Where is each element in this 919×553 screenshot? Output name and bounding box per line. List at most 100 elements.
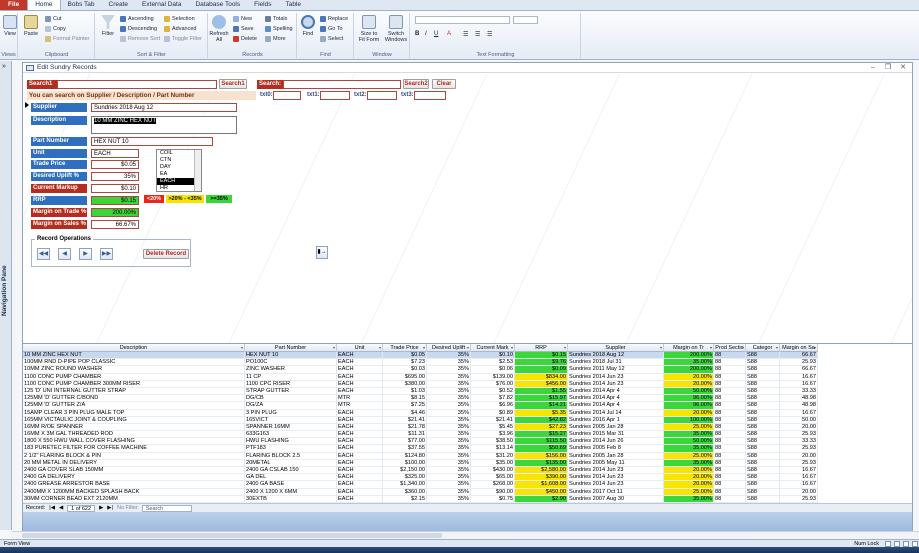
table-cell[interactable]: $15.97 [515, 395, 568, 403]
cut-button[interactable]: Cut [45, 16, 62, 22]
table-row[interactable]: 15AMP CLEAR 3 PIN PLUG MALE TOP 3 PIN PLU… [23, 409, 818, 417]
navigation-pane[interactable]: » Navigation Pane [0, 61, 12, 530]
table-cell[interactable]: EACH [337, 409, 383, 417]
table-cell[interactable]: 25.93 [780, 431, 818, 439]
copy-button[interactable]: Copy [45, 26, 66, 32]
clear-button[interactable]: Clear [432, 79, 456, 89]
table-cell[interactable]: 66.67 [780, 352, 818, 360]
close-icon[interactable]: ✕ [898, 64, 908, 72]
table-cell[interactable]: $2,150.00 [383, 467, 427, 475]
table-cell[interactable]: 88 [714, 488, 746, 496]
table-cell[interactable]: S88 [746, 481, 780, 489]
nav-last-icon[interactable]: ▶| [107, 504, 113, 512]
format-painter-button[interactable]: Format Painter [45, 36, 89, 42]
table-cell[interactable]: 88 [714, 387, 746, 396]
table-cell[interactable]: 50.00% [664, 387, 714, 396]
table-cell[interactable]: 16.67 [780, 373, 818, 381]
table-cell[interactable]: $1,608.00 [515, 481, 568, 489]
part-number-field[interactable]: HEX NUT 10 [91, 137, 213, 146]
tab-file[interactable]: File [0, 0, 28, 10]
table-cell[interactable]: $4.46 [383, 409, 427, 417]
table-row[interactable]: 2400MM X 1200MM BACKED SPLASH BACK 2400 X… [23, 488, 818, 496]
restore-icon[interactable]: ❐ [883, 64, 893, 72]
find-button[interactable]: Find [298, 15, 318, 37]
table-cell[interactable]: $8.15 [383, 395, 427, 403]
table-cell[interactable]: DG/ZA [245, 402, 337, 410]
table-cell[interactable]: 88 [714, 431, 746, 439]
table-cell[interactable]: 88 [714, 409, 746, 417]
table-cell[interactable]: Sundries 2011 May 12 [568, 366, 664, 374]
table-cell[interactable]: 183 PURETEC FILTER FOR COFFEE MACHINE [23, 445, 245, 453]
font-family-select[interactable] [415, 16, 510, 24]
table-cell[interactable]: S88 [746, 387, 780, 396]
table-cell[interactable]: Sundries 2018 Aug 12 [568, 352, 664, 360]
table-cell[interactable]: 25.00% [664, 488, 714, 496]
table-cell[interactable]: EACH [337, 459, 383, 467]
unit-listbox[interactable]: COIL CTN DAY EA EACH HR [156, 149, 202, 192]
table-cell[interactable]: $90.00 [471, 488, 515, 496]
table-cell[interactable]: S88 [746, 402, 780, 410]
table-cell[interactable]: 88 [714, 445, 746, 453]
prev-record-icon[interactable]: ◀ [58, 248, 71, 260]
table-cell[interactable]: 1100 CONC PUMP CHAMBER [23, 373, 245, 381]
table-cell[interactable]: Sundries 2014 Jun 26 [568, 438, 664, 446]
table-cell[interactable]: Sundries 2014 Jul 14 [568, 409, 664, 417]
table-cell[interactable]: $100.00 [383, 459, 427, 467]
table-cell[interactable]: 165VICT [245, 416, 337, 424]
table-cell[interactable]: 88 [714, 373, 746, 381]
table-cell[interactable]: $21.78 [383, 423, 427, 432]
new-record-button[interactable]: New [233, 16, 252, 22]
table-cell[interactable]: $0.52 [471, 387, 515, 396]
table-cell[interactable]: Sundries 2017 Oct 11 [568, 488, 664, 496]
txt3-input[interactable] [414, 91, 446, 100]
table-cell[interactable]: $31.20 [471, 452, 515, 460]
table-cell[interactable]: S88 [746, 359, 780, 367]
table-cell[interactable]: 88 [714, 495, 746, 503]
table-cell[interactable]: $1.55 [515, 387, 568, 396]
descending-button[interactable]: Descending [120, 26, 157, 32]
totals-button[interactable]: Totals [265, 16, 287, 22]
table-cell[interactable]: Sundries 2014 Apr 4 [568, 387, 664, 396]
table-cell[interactable]: 200.00% [664, 352, 714, 360]
table-cell[interactable]: 20.00% [664, 474, 714, 482]
table-cell[interactable]: 88 [714, 359, 746, 367]
underline-button[interactable]: U [434, 31, 438, 37]
table-cell[interactable]: 50.00 [780, 416, 818, 424]
bold-button[interactable]: B [415, 31, 419, 37]
table-cell[interactable]: 35% [427, 380, 471, 388]
table-row[interactable]: 10 MM ZINC HEX NUT HEX NUT 10 EACH $0.05 35%… [23, 352, 818, 360]
table-cell[interactable]: 16.67 [780, 380, 818, 388]
table-cell[interactable]: S88 [746, 495, 780, 503]
table-cell[interactable]: 35% [427, 359, 471, 367]
margin-sales-field[interactable]: 66.67% [91, 220, 139, 229]
table-cell[interactable]: $390.00 [515, 474, 568, 482]
table-cell[interactable]: 2400 GA CSLAB 150 [245, 467, 337, 475]
table-cell[interactable]: EACH [337, 452, 383, 460]
table-row[interactable]: 125 'D' UNI INTERNAL GUTTER STRAP STRAP G… [23, 387, 818, 396]
table-cell[interactable]: $156.00 [515, 452, 568, 460]
table-cell[interactable]: HEX NUT 10 [245, 352, 337, 360]
table-cell[interactable]: $11.31 [383, 431, 427, 439]
table-cell[interactable]: EACH [337, 359, 383, 367]
table-cell[interactable]: 16MM X 3M GAL THREADED ROD [23, 431, 245, 439]
table-cell[interactable]: 48.98 [780, 402, 818, 410]
select-button[interactable]: Select [320, 36, 343, 42]
table-cell[interactable]: S88 [746, 452, 780, 460]
table-cell[interactable]: MTR [337, 402, 383, 410]
unit-list-scrollbar[interactable] [194, 150, 201, 191]
filter-status[interactable]: No Filter [117, 504, 138, 512]
table-cell[interactable]: $76.00 [471, 380, 515, 388]
table-cell[interactable]: 88 [714, 467, 746, 475]
table-cell[interactable]: 100MM RND D-PIPE POP CLASSIC [23, 359, 245, 367]
table-cell[interactable]: Sundries 2014 Jun 23 [568, 467, 664, 475]
table-cell[interactable]: S88 [746, 488, 780, 496]
view-button[interactable]: View [0, 15, 20, 37]
search2-button[interactable]: Search2 [403, 79, 429, 89]
table-cell[interactable]: $0.03 [383, 366, 427, 374]
table-row[interactable]: 100MM RND D-PIPE POP CLASSIC PO100C EACH $7… [23, 359, 818, 367]
table-cell[interactable]: 2400 X 1200 X 6MM [245, 488, 337, 496]
table-cell[interactable]: 88 [714, 402, 746, 410]
table-row[interactable]: 20 MM METAL IN DELIVERY 20METAL EACH $100.0… [23, 459, 818, 467]
table-cell[interactable]: 1100 CPC RISER [245, 380, 337, 388]
table-cell[interactable]: 35% [427, 459, 471, 467]
